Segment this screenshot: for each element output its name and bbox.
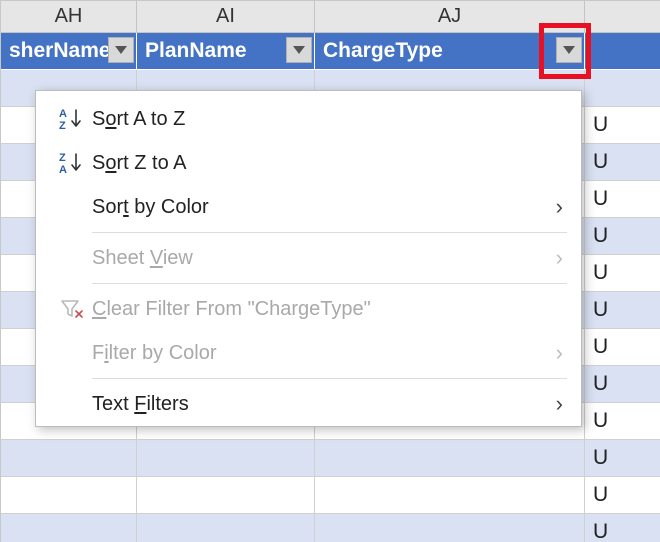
chevron-right-icon: › <box>556 340 563 366</box>
menu-item-sheet-view: Sheet View › <box>36 236 581 280</box>
highlight-box <box>539 23 591 79</box>
clear-filter-icon <box>52 298 92 320</box>
menu-item-clear-filter: Clear Filter From "ChargeType" <box>36 287 581 331</box>
cell-ak[interactable]: U <box>585 107 660 144</box>
chevron-down-icon <box>115 46 127 54</box>
cell-ak[interactable]: U <box>585 255 660 292</box>
column-letter-ak[interactable] <box>585 1 660 33</box>
menu-item-sort-az[interactable]: AZ Sort A to Z <box>36 97 581 141</box>
filter-button-planname[interactable] <box>286 37 312 63</box>
header-cell-next[interactable] <box>585 33 660 70</box>
svg-text:A: A <box>59 164 67 175</box>
cell-ak[interactable]: U <box>585 329 660 366</box>
chevron-right-icon: › <box>556 194 563 220</box>
svg-text:A: A <box>59 108 67 120</box>
menu-label: Filter by Color <box>92 342 556 365</box>
chevron-right-icon: › <box>556 391 563 417</box>
cell-ak[interactable]: U <box>585 477 660 514</box>
cell-ak[interactable]: U <box>585 292 660 329</box>
cell-ak[interactable]: U <box>585 440 660 477</box>
cell-ak[interactable]: U <box>585 403 660 440</box>
cell-ak[interactable]: U <box>585 218 660 255</box>
menu-item-filter-by-color: Filter by Color › <box>36 331 581 375</box>
menu-label: Clear Filter From "ChargeType" <box>92 298 563 321</box>
cell-ak[interactable]: U <box>585 366 660 403</box>
menu-separator <box>92 232 567 233</box>
column-letter-ah[interactable]: AH <box>1 1 137 33</box>
menu-item-sort-by-color[interactable]: Sort by Color › <box>36 185 581 229</box>
column-letter-ai[interactable]: AI <box>137 1 315 33</box>
menu-label: Sort by Color <box>92 196 556 219</box>
menu-label: Sort A to Z <box>92 108 563 131</box>
cell-ak[interactable] <box>585 70 660 107</box>
menu-item-sort-za[interactable]: ZA Sort Z to A <box>36 141 581 185</box>
cell-ak[interactable]: U <box>585 514 660 542</box>
menu-label: Sort Z to A <box>92 152 563 175</box>
filter-dropdown-menu: AZ Sort A to Z ZA Sort Z to A Sort by Co… <box>35 90 582 427</box>
menu-separator <box>92 283 567 284</box>
svg-text:Z: Z <box>59 120 66 131</box>
filter-button-publishername[interactable] <box>108 37 134 63</box>
header-label: PlanName <box>145 39 308 63</box>
menu-separator <box>92 378 567 379</box>
menu-label: Sheet View <box>92 247 556 270</box>
header-cell-planname[interactable]: PlanName <box>137 33 315 70</box>
sort-az-icon: AZ <box>52 107 92 131</box>
menu-label: Text Filters <box>92 393 556 416</box>
svg-text:Z: Z <box>59 152 66 164</box>
cell-ak[interactable]: U <box>585 181 660 218</box>
cell-ak[interactable]: U <box>585 144 660 181</box>
sort-za-icon: ZA <box>52 151 92 175</box>
chevron-down-icon <box>293 46 305 54</box>
chevron-right-icon: › <box>556 245 563 271</box>
header-cell-publishername[interactable]: sherName <box>1 33 137 70</box>
menu-item-text-filters[interactable]: Text Filters › <box>36 382 581 426</box>
